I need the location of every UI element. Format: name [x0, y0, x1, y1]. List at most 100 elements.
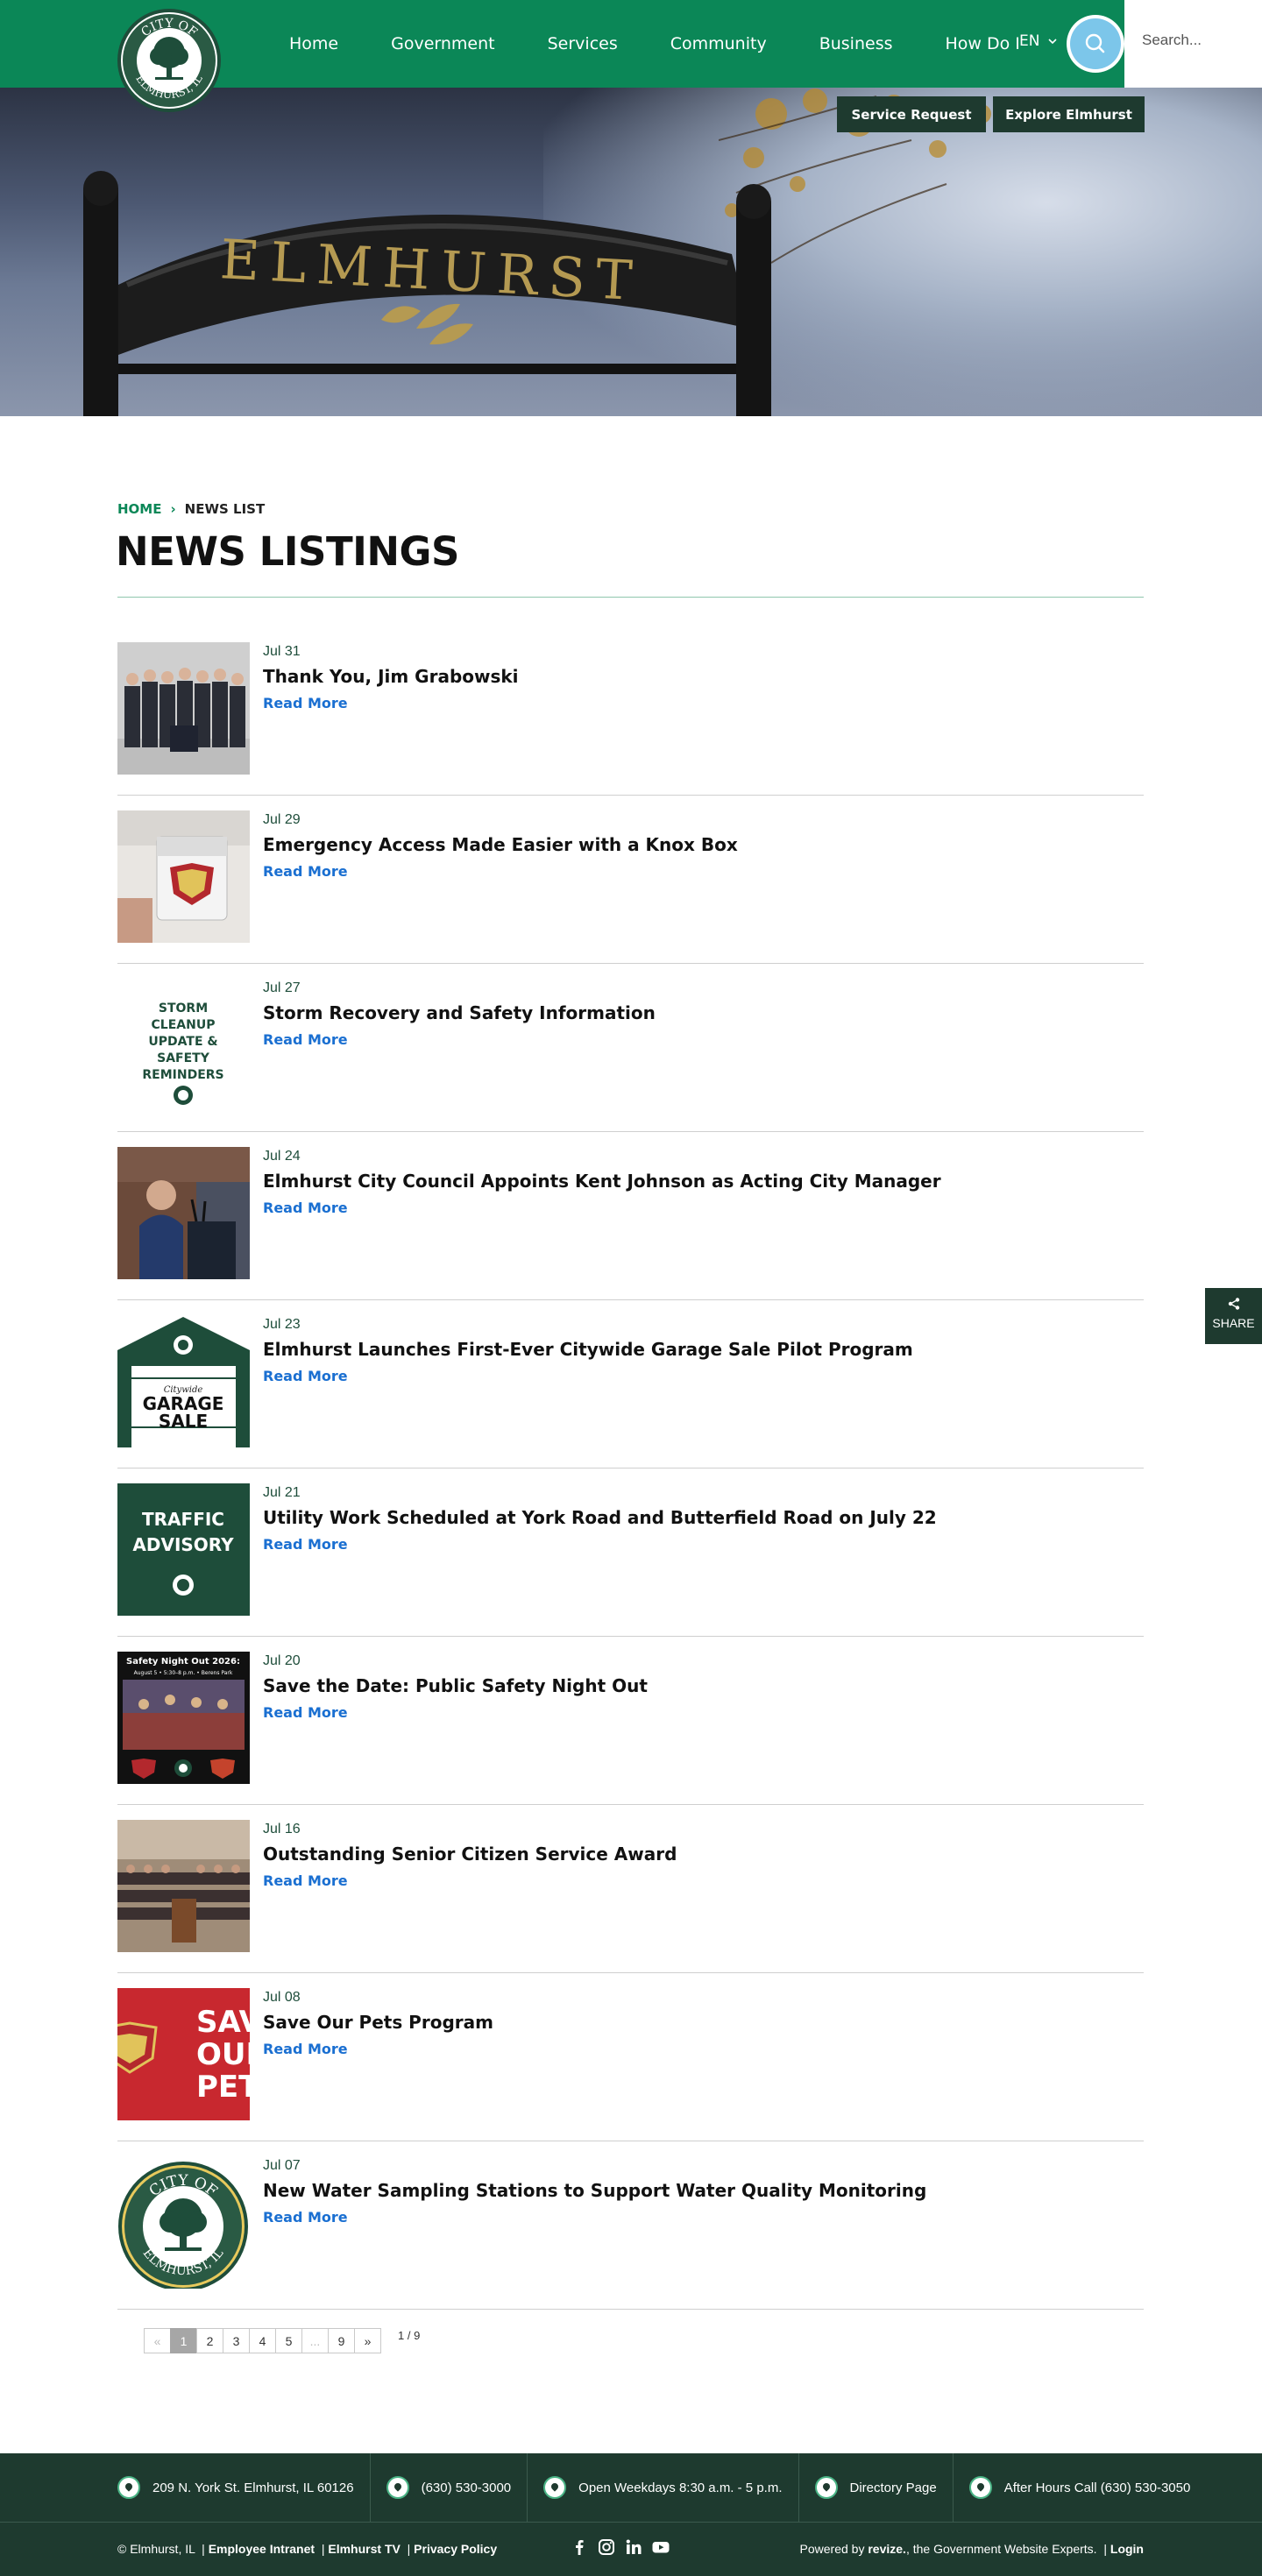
read-more-link[interactable]: Read More: [263, 2041, 348, 2057]
read-more-link[interactable]: Read More: [263, 863, 348, 880]
thumb-text: UPDATE &: [148, 1035, 217, 1049]
main-nav: Home Government Services Community Busin…: [263, 0, 1046, 88]
footer-address-text: 209 N. York St. Elmhurst, IL 60126: [152, 2480, 354, 2495]
search-button[interactable]: [1067, 15, 1124, 73]
hero-banner: ELMHURST Service Request Explore Elmhurs…: [0, 88, 1262, 416]
thumb-text: OUR: [196, 2037, 250, 2072]
news-thumbnail-knox-box[interactable]: [117, 810, 250, 943]
pagination-page-3[interactable]: 3: [223, 2328, 250, 2353]
footer-after-hours[interactable]: After Hours Call (630) 530-3050: [968, 2453, 1207, 2522]
thumb-text: August 5 • 5:30–8 p.m. • Berens Park: [134, 1670, 233, 1676]
read-more-link[interactable]: Read More: [263, 695, 348, 711]
news-thumbnail-traffic-advisory[interactable]: TRAFFIC ADVISORY: [117, 1483, 250, 1616]
footer-phone[interactable]: (630) 530-3000: [386, 2453, 528, 2522]
pagination-next[interactable]: »: [354, 2328, 381, 2353]
footer-powered-by: Powered by revize., the Government Websi…: [799, 2542, 1144, 2556]
footer-link-privacy[interactable]: Privacy Policy: [414, 2542, 497, 2556]
nav-community[interactable]: Community: [670, 34, 767, 53]
page-title: NEWS LISTINGS: [116, 528, 459, 575]
news-thumbnail-garage-sale[interactable]: Citywide GARAGE SALE: [117, 1315, 250, 1447]
youtube-icon[interactable]: [651, 2537, 670, 2557]
news-date: Jul 20: [263, 1653, 301, 1668]
news-item: Jul 31 Thank You, Jim Grabowski Read Mor…: [117, 627, 1144, 796]
news-thumbnail-save-pets[interactable]: SAV OUR PETS: [117, 1988, 250, 2120]
news-title[interactable]: Utility Work Scheduled at York Road and …: [263, 1507, 937, 1528]
news-item: Jul 16 Outstanding Senior Citizen Servic…: [117, 1805, 1144, 1973]
seal-icon: [117, 2476, 140, 2499]
thumb-text: TRAFFIC: [142, 1509, 224, 1530]
share-label: SHARE: [1212, 1316, 1255, 1330]
news-title[interactable]: Save Our Pets Program: [263, 2012, 493, 2033]
footer-link-tv[interactable]: Elmhurst TV: [328, 2542, 400, 2556]
news-thumbnail-podium-speaker[interactable]: [117, 1147, 250, 1279]
pagination-page-5[interactable]: 5: [275, 2328, 302, 2353]
pagination-prev[interactable]: «: [144, 2328, 171, 2353]
service-request-button[interactable]: Service Request: [837, 96, 986, 132]
news-thumbnail-storm-graphic[interactable]: STORM CLEANUP UPDATE & SAFETY REMINDERS: [117, 979, 250, 1111]
footer-after-hours-text: After Hours Call (630) 530-3050: [1003, 2480, 1191, 2495]
thumb-text: SALE: [159, 1411, 208, 1432]
read-more-link[interactable]: Read More: [263, 1031, 348, 1048]
news-date: Jul 24: [263, 1149, 301, 1164]
news-title[interactable]: New Water Sampling Stations to Support W…: [263, 2180, 926, 2201]
news-date: Jul 21: [263, 1485, 301, 1500]
news-item: TRAFFIC ADVISORY Jul 21 Utility Work Sch…: [117, 1468, 1144, 1637]
explore-elmhurst-button[interactable]: Explore Elmhurst: [993, 96, 1145, 132]
city-logo[interactable]: CITY OF ELMHURST, IL: [117, 2, 223, 120]
read-more-link[interactable]: Read More: [263, 1704, 348, 1721]
news-thumbnail-council-chamber[interactable]: [117, 1820, 250, 1952]
news-item: CITY OF ELMHURST, IL Jul 07 New Water Sa…: [117, 2141, 1144, 2310]
nav-services[interactable]: Services: [548, 34, 618, 53]
powered-brand[interactable]: revize.: [868, 2542, 906, 2556]
elmhurst-sign-image: ELMHURST: [83, 171, 771, 416]
thumb-text: PETS: [196, 2070, 250, 2105]
share-button[interactable]: SHARE: [1205, 1288, 1262, 1344]
language-selector[interactable]: EN: [1019, 32, 1057, 50]
read-more-link[interactable]: Read More: [263, 1200, 348, 1216]
location-pin-icon: [968, 2476, 992, 2499]
news-thumbnail-group-photo[interactable]: [117, 642, 250, 775]
nav-how-do-i[interactable]: How Do I: [946, 34, 1020, 53]
thumb-text: SAV: [196, 2005, 250, 2040]
location-pin-icon: [543, 2476, 567, 2499]
footer-hours[interactable]: Open Weekdays 8:30 a.m. - 5 p.m.: [543, 2453, 799, 2522]
news-item: Jul 24 Elmhurst City Council Appoints Ke…: [117, 1132, 1144, 1300]
search-input[interactable]: [1142, 32, 1256, 49]
news-date: Jul 31: [263, 644, 301, 659]
linkedin-icon[interactable]: [624, 2537, 643, 2557]
share-icon: [1228, 1298, 1239, 1310]
news-title[interactable]: Elmhurst City Council Appoints Kent John…: [263, 1171, 941, 1192]
login-link[interactable]: Login: [1110, 2542, 1144, 2556]
read-more-link[interactable]: Read More: [263, 1872, 348, 1889]
language-label: EN: [1019, 32, 1040, 50]
read-more-link[interactable]: Read More: [263, 1536, 348, 1553]
news-title[interactable]: Outstanding Senior Citizen Service Award: [263, 1844, 677, 1865]
news-thumbnail-safety-night[interactable]: Safety Night Out 2026: August 5 • 5:30–8…: [117, 1652, 250, 1784]
pagination-page-4[interactable]: 4: [249, 2328, 276, 2353]
news-title[interactable]: Storm Recovery and Safety Information: [263, 1002, 656, 1023]
read-more-link[interactable]: Read More: [263, 1368, 348, 1384]
nav-business[interactable]: Business: [819, 34, 893, 53]
news-title[interactable]: Thank You, Jim Grabowski: [263, 666, 519, 687]
facebook-icon[interactable]: [570, 2537, 589, 2557]
news-title[interactable]: Save the Date: Public Safety Night Out: [263, 1675, 648, 1696]
footer-address[interactable]: 209 N. York St. Elmhurst, IL 60126: [117, 2453, 371, 2522]
nav-home[interactable]: Home: [289, 34, 338, 53]
read-more-link[interactable]: Read More: [263, 2209, 348, 2226]
news-title[interactable]: Elmhurst Launches First-Ever Citywide Ga…: [263, 1339, 913, 1360]
news-title[interactable]: Emergency Access Made Easier with a Knox…: [263, 834, 738, 855]
footer-link-intranet[interactable]: Employee Intranet: [209, 2542, 315, 2556]
news-thumbnail-city-seal[interactable]: CITY OF ELMHURST, IL: [117, 2156, 250, 2289]
breadcrumb-home[interactable]: HOME: [117, 501, 161, 517]
news-date: Jul 27: [263, 980, 301, 995]
footer-directory[interactable]: Directory Page: [814, 2453, 954, 2522]
pagination-page-2[interactable]: 2: [196, 2328, 223, 2353]
pagination-count: 1 / 9: [398, 2329, 421, 2342]
news-item: SAV OUR PETS Jul 08 Save Our Pets Progra…: [117, 1973, 1144, 2141]
pagination: « 1 2 3 4 5 ... 9 »: [144, 2328, 381, 2353]
pagination-page-9[interactable]: 9: [328, 2328, 355, 2353]
instagram-icon[interactable]: [597, 2537, 616, 2557]
thumb-text: Safety Night Out 2026:: [126, 1657, 240, 1667]
pagination-page-1[interactable]: 1: [170, 2328, 197, 2353]
nav-government[interactable]: Government: [391, 34, 495, 53]
